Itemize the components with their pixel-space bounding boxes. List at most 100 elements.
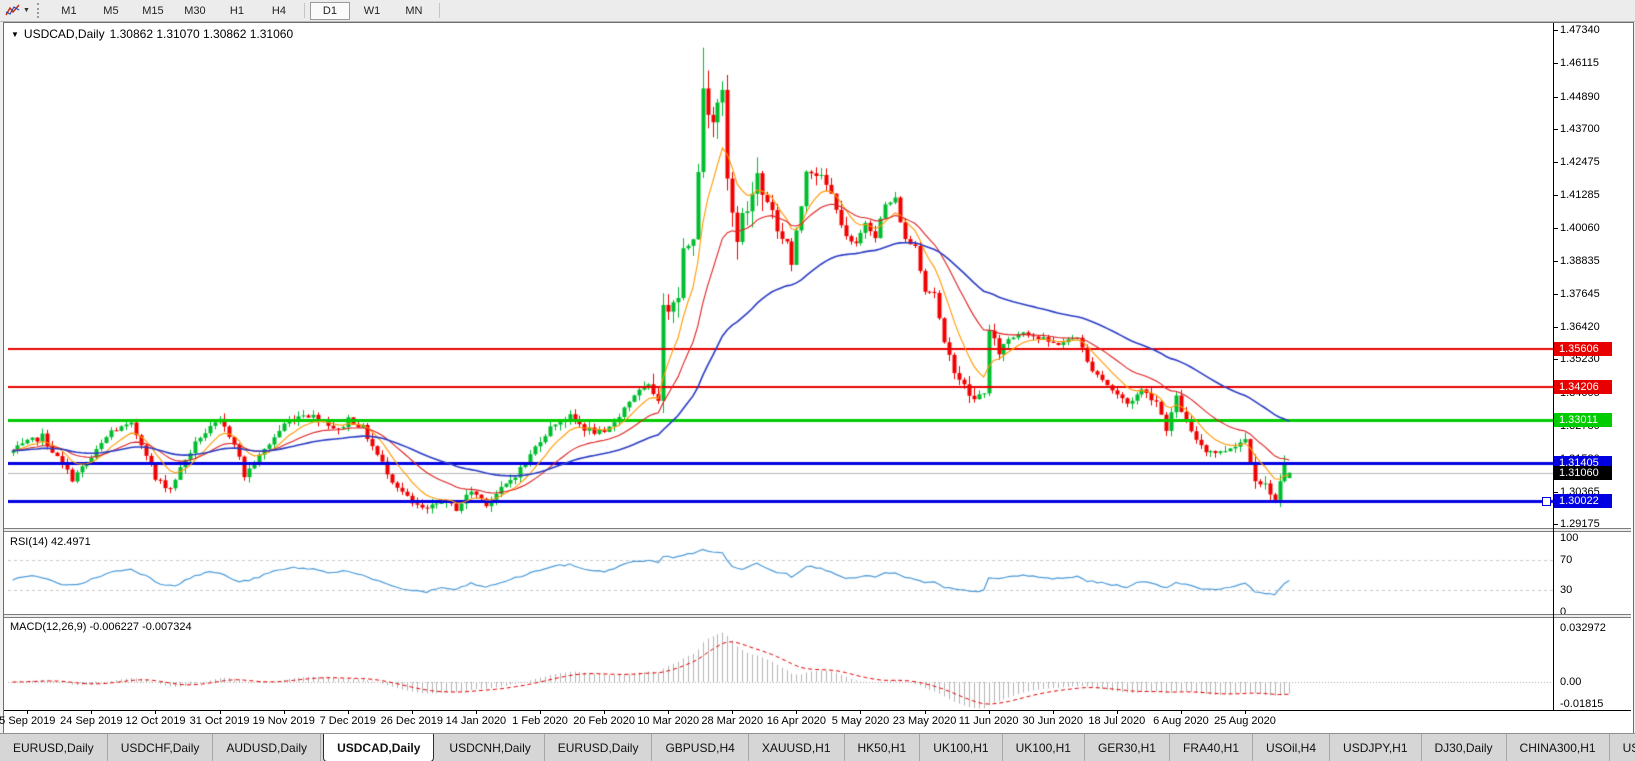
chart-window: ▼ USDCAD,Daily 1.30862 1.31070 1.30862 1… xyxy=(0,22,1634,734)
price-chart-canvas[interactable] xyxy=(8,24,1556,711)
price-axis-tick xyxy=(1554,327,1558,328)
time-axis-tick xyxy=(1117,711,1118,714)
current-price-badge: 1.31060 xyxy=(1554,465,1612,480)
price-axis-label: 1.42475 xyxy=(1560,156,1600,169)
toolbar-separator xyxy=(438,3,440,18)
level-price-badge[interactable]: 1.35606 xyxy=(1554,342,1612,357)
price-axis-tick xyxy=(1554,492,1558,493)
chart-tab-eurusd-daily[interactable]: EURUSD,Daily xyxy=(545,734,653,761)
chart-tab-china300-h1[interactable]: CHINA300,H1 xyxy=(1507,734,1610,761)
price-axis-label: 1.44890 xyxy=(1560,90,1600,103)
price-axis-label: 1.47340 xyxy=(1560,23,1600,36)
indicators-dropdown-icon[interactable]: ▼ xyxy=(23,7,30,14)
chart-tab-ger30-h1[interactable]: GER30,H1 xyxy=(1085,734,1170,761)
chart-tab-usoil-h1[interactable]: USOil,H1 xyxy=(1610,734,1635,761)
level-price-badge[interactable]: 1.30022 xyxy=(1554,493,1612,508)
price-axis-tick xyxy=(1554,524,1558,525)
toolbar-separator xyxy=(303,3,305,18)
horizontal-line-handle[interactable] xyxy=(1542,496,1551,506)
time-axis-label: 26 Dec 2019 xyxy=(380,715,444,727)
mt4-application-window: ▼ M1 M5 M15 M30 H1 H4 D1 W1 MN ▼ USDCAD,Daily 1.… xyxy=(0,0,1635,761)
chart-tab-xauusd-h1[interactable]: XAUUSD,H1 xyxy=(749,734,845,761)
rsi-axis-label: 100 xyxy=(1560,532,1579,544)
chart-tab-uk100-h1[interactable]: UK100,H1 xyxy=(920,734,1003,761)
chart-tab-gbpusd-h4[interactable]: GBPUSD,H4 xyxy=(652,734,749,761)
time-axis-tick xyxy=(796,711,797,714)
time-axis-label: 1 Feb 2020 xyxy=(512,715,568,727)
indicators-zigzag-icon xyxy=(5,4,20,16)
time-axis-label: 23 May 2020 xyxy=(892,715,957,727)
level-price-badge[interactable]: 1.33011 xyxy=(1554,412,1612,427)
time-axis-tick xyxy=(476,711,477,714)
timeframe-button-m5[interactable]: M5 xyxy=(91,2,131,20)
time-axis-tick xyxy=(27,711,28,714)
pane-separator-rsi-macd[interactable] xyxy=(4,614,1631,618)
timeframe-button-m15[interactable]: M15 xyxy=(133,2,173,20)
price-axis-label: 1.36420 xyxy=(1560,320,1600,333)
chart-tab-usdcnh-daily[interactable]: USDCNH,Daily xyxy=(436,734,545,761)
time-axis-tick xyxy=(925,711,926,714)
macd-axis-label: 0.032972 xyxy=(1560,622,1606,634)
chart-tab-uk100-h1[interactable]: UK100,H1 xyxy=(1003,734,1085,761)
timeframe-button-m1[interactable]: M1 xyxy=(49,2,89,20)
chart-tab-audusd-daily[interactable]: AUDUSD,Daily xyxy=(213,734,322,761)
chart-tab-hk50-h1[interactable]: HK50,H1 xyxy=(845,734,921,761)
chart-tab-usdjpy-h1[interactable]: USDJPY,H1 xyxy=(1330,734,1422,761)
level-price-badge[interactable]: 1.34206 xyxy=(1554,380,1612,395)
timeframe-buttons: M1 M5 M15 M30 H1 H4 D1 W1 MN xyxy=(48,1,444,20)
timeframe-button-h4[interactable]: H4 xyxy=(259,2,299,20)
chart-tab-eurusd-daily[interactable]: EURUSD,Daily xyxy=(0,734,108,761)
price-axis-label: 1.41285 xyxy=(1560,188,1600,201)
time-axis-tick xyxy=(412,711,413,714)
chart-ohlc-values: 1.30862 1.31070 1.30862 1.31060 xyxy=(109,27,294,41)
time-axis-tick xyxy=(155,711,156,714)
price-axis-tick xyxy=(1554,261,1558,262)
price-axis-line xyxy=(1553,23,1554,710)
timeframe-button-d1[interactable]: D1 xyxy=(309,1,350,20)
price-axis-label: 1.37645 xyxy=(1560,287,1600,300)
rsi-axis-label: 70 xyxy=(1560,554,1573,566)
timeframe-button-m30[interactable]: M30 xyxy=(175,2,215,20)
chart-tab-dj30-daily[interactable]: DJ30,Daily xyxy=(1422,734,1507,761)
timeframe-button-w1[interactable]: W1 xyxy=(352,2,392,20)
time-axis-label: 11 Jun 2020 xyxy=(958,715,1019,727)
time-axis-label: 31 Oct 2019 xyxy=(189,715,250,727)
time-axis-label: 12 Oct 2019 xyxy=(125,715,186,727)
price-axis-tick xyxy=(1554,63,1558,64)
chart-dropdown-icon[interactable]: ▼ xyxy=(11,30,19,39)
chart-tab-usdcad-daily[interactable]: USDCAD,Daily xyxy=(323,734,435,761)
timeframe-button-h1[interactable]: H1 xyxy=(217,2,257,20)
time-axis-label: 5 Sep 2019 xyxy=(0,715,56,727)
chart-tab-fra40-h1[interactable]: FRA40,H1 xyxy=(1170,734,1254,761)
price-axis-tick xyxy=(1554,162,1558,163)
chart-tab-usdchf-daily[interactable]: USDCHF,Daily xyxy=(108,734,214,761)
time-axis-label: 20 Feb 2020 xyxy=(573,715,635,727)
time-axis-label: 19 Nov 2019 xyxy=(252,715,315,727)
time-axis-label: 6 Aug 2020 xyxy=(1153,715,1209,727)
time-axis-label: 16 Apr 2020 xyxy=(766,715,827,727)
price-axis-label: 1.40060 xyxy=(1560,221,1600,234)
time-axis[interactable]: 5 Sep 2019 24 Sep 2019 12 Oct 2019 31 Oct 2… xyxy=(0,710,1631,732)
chart-tab-usoil-h4[interactable]: USOil,H4 xyxy=(1253,734,1331,761)
timeframe-button-mn[interactable]: MN xyxy=(394,2,434,20)
indicators-button[interactable]: ▼ xyxy=(0,1,35,20)
timeframe-toolbar: ▼ M1 M5 M15 M30 H1 H4 D1 W1 MN xyxy=(0,0,1635,22)
time-axis-label: 18 Jul 2020 xyxy=(1088,715,1146,727)
price-axis-label: 1.43700 xyxy=(1560,122,1600,135)
time-axis-label: 30 Jun 2020 xyxy=(1022,715,1083,727)
price-axis-label: 1.46115 xyxy=(1560,57,1599,70)
pane-separator-main-rsi[interactable] xyxy=(4,528,1631,532)
time-axis-tick xyxy=(284,711,285,714)
chart-tab-bar: EURUSD,Daily USDCHF,Daily AUDUSD,Daily USDC… xyxy=(0,733,1635,761)
price-axis-label: 1.38835 xyxy=(1560,255,1600,268)
time-axis-label: 24 Sep 2019 xyxy=(60,715,123,727)
rsi-indicator-label: RSI(14) 42.4971 xyxy=(10,536,91,548)
time-axis-label: 28 Mar 2020 xyxy=(701,715,764,727)
rsi-axis-label: 30 xyxy=(1560,584,1573,596)
time-axis-tick xyxy=(1053,711,1054,714)
time-axis-label: 25 Aug 2020 xyxy=(1214,715,1276,727)
price-axis-tick xyxy=(1554,359,1558,360)
time-axis-tick xyxy=(1181,711,1182,714)
time-axis-tick xyxy=(1245,711,1246,714)
toolbar-grip xyxy=(36,3,44,18)
